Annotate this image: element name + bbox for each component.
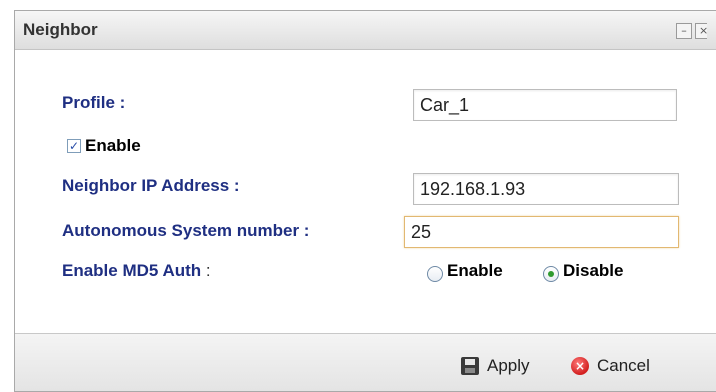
apply-button[interactable]: Apply (461, 354, 530, 378)
enable-checkbox-label: Enable (85, 136, 141, 155)
cancel-icon: × (571, 357, 589, 375)
cancel-button[interactable]: × Cancel (571, 354, 650, 378)
md5-enable-radio[interactable] (427, 266, 443, 282)
profile-label: Profile : (62, 93, 126, 112)
apply-button-label: Apply (487, 356, 530, 375)
neighbor-dialog: Neighbor – × Profile : ✓ Enable Neighbor… (14, 10, 716, 392)
md5-disable-radio[interactable] (543, 266, 559, 282)
md5-enable-radio-label: Enable (447, 261, 503, 280)
enable-checkbox[interactable]: ✓ (67, 139, 81, 153)
dialog-footer: Apply × Cancel (15, 333, 716, 391)
profile-input[interactable] (413, 89, 677, 121)
as-number-label: Autonomous System number : (62, 221, 310, 240)
md5-disable-radio-label: Disable (563, 261, 624, 280)
close-icon[interactable]: × (695, 23, 708, 39)
md5-auth-label: Enable MD5 Auth : (62, 261, 211, 280)
dialog-titlebar[interactable]: Neighbor – × (15, 11, 716, 50)
neighbor-ip-input[interactable] (413, 173, 679, 205)
as-number-input[interactable] (404, 216, 679, 248)
dialog-title: Neighbor (23, 20, 98, 39)
minimize-icon[interactable]: – (676, 23, 692, 39)
cancel-button-label: Cancel (597, 356, 650, 375)
neighbor-ip-label: Neighbor IP Address : (62, 176, 240, 195)
save-icon (461, 357, 479, 375)
